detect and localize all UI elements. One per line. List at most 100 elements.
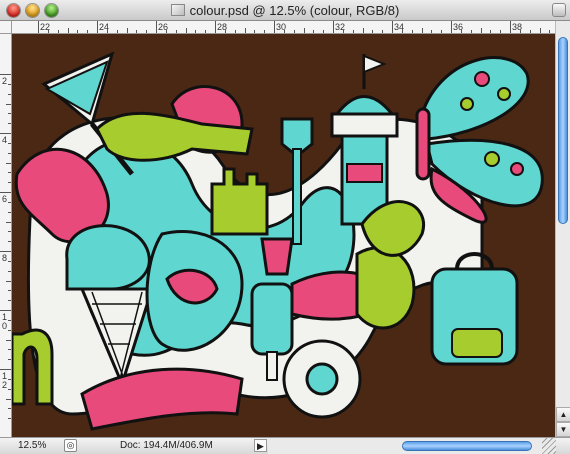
scroll-up-button[interactable]: ▲: [556, 407, 570, 422]
ruler-minor-tick: [8, 182, 11, 184]
ruler-minor-tick: [8, 172, 11, 174]
ruler-major-tick: [392, 21, 393, 33]
document-proxy-icon[interactable]: [170, 4, 185, 16]
daisy-flower-shape: [282, 339, 362, 419]
ruler-minor-tick: [67, 28, 69, 33]
ruler-major-tick: [38, 21, 39, 33]
ruler-minor-tick: [8, 83, 11, 85]
ruler-minor-tick: [6, 339, 11, 341]
ruler-minor-tick: [460, 30, 462, 33]
ruler-minor-tick: [8, 123, 11, 125]
wing-spot-shape: [484, 151, 500, 167]
ruler-minor-tick: [293, 30, 295, 33]
window-title-bar[interactable]: colour.psd @ 12.5% (colour, RGB/8): [0, 0, 570, 21]
window-title: colour.psd @ 12.5% (colour, RGB/8): [0, 3, 570, 18]
status-bar: 12.5% ◎ Doc: 194.4M/406.9M ▶: [0, 437, 570, 454]
bucket-shape: [260, 237, 294, 276]
ruler-minor-tick: [431, 30, 433, 33]
resize-grip-icon[interactable]: [542, 438, 556, 454]
ruler-minor-tick: [254, 30, 256, 33]
daisy-center-shape: [305, 362, 339, 396]
ruler-minor-tick: [205, 30, 207, 33]
ruler-label: 2: [2, 76, 8, 86]
ruler-minor-tick: [441, 30, 443, 33]
ruler-minor-tick: [323, 30, 325, 33]
shovel-head-shape: [280, 117, 314, 154]
ruler-minor-tick: [146, 30, 148, 33]
lighthouse-gallery-shape: [330, 112, 399, 138]
ruler-major-tick: [0, 251, 11, 252]
ruler-minor-tick: [362, 28, 364, 33]
ruler-major-tick: [156, 21, 157, 33]
ruler-minor-tick: [264, 30, 266, 33]
ruler-label: 1 2: [2, 371, 8, 390]
ruler-minor-tick: [303, 28, 305, 33]
ruler-major-tick: [0, 74, 11, 75]
ruler-minor-tick: [8, 329, 11, 331]
zoom-level-field[interactable]: 12.5%: [4, 440, 56, 452]
ruler-minor-tick: [8, 319, 11, 321]
ruler-minor-tick: [8, 300, 11, 302]
ruler-minor-tick: [47, 30, 49, 33]
ice-cream-scoop-shape: [65, 224, 151, 291]
horizontal-ruler[interactable]: 22 24 26 28 30 32 34 36 38: [12, 21, 555, 34]
ruler-minor-tick: [8, 378, 11, 380]
ruler-label: 4: [2, 135, 8, 145]
status-info-menu-arrow[interactable]: ▶: [254, 439, 267, 452]
ruler-major-tick: [333, 21, 334, 33]
ruler-minor-tick: [106, 30, 108, 33]
ruler-minor-tick: [8, 152, 11, 154]
ruler-minor-tick: [195, 30, 197, 33]
ruler-major-tick: [451, 21, 452, 33]
navigator-icon[interactable]: ◎: [64, 439, 77, 452]
ruler-minor-tick: [244, 28, 246, 33]
ruler-minor-tick: [234, 30, 236, 33]
toolbar-toggle-button[interactable]: [552, 3, 566, 17]
horizontal-scrollbar[interactable]: [268, 438, 556, 454]
ruler-minor-tick: [6, 398, 11, 400]
ruler-minor-tick: [382, 30, 384, 33]
ruler-origin[interactable]: [0, 21, 12, 34]
ruler-minor-tick: [342, 30, 344, 33]
ruler-minor-tick: [87, 30, 89, 33]
ruler-minor-tick: [126, 28, 128, 33]
ruler-minor-tick: [8, 113, 11, 115]
ruler-minor-tick: [8, 408, 11, 410]
vertical-scrollbar[interactable]: ▲ ▼: [555, 21, 570, 437]
ruler-minor-tick: [8, 241, 11, 243]
wing-spot-shape: [460, 97, 474, 111]
horizontal-scroll-thumb[interactable]: [402, 441, 532, 451]
ruler-minor-tick: [8, 201, 11, 203]
ruler-label: 1 0: [2, 312, 8, 331]
scroll-down-button[interactable]: ▼: [556, 422, 570, 437]
document-canvas[interactable]: [12, 34, 555, 437]
ruler-minor-tick: [539, 28, 541, 33]
ruler-minor-tick: [8, 270, 11, 272]
vertical-scroll-thumb[interactable]: [558, 37, 568, 224]
ruler-minor-tick: [8, 359, 11, 361]
ruler-minor-tick: [480, 28, 482, 33]
ruler-minor-tick: [549, 30, 551, 33]
ruler-minor-tick: [77, 30, 79, 33]
artwork-illustration: [12, 34, 555, 437]
ruler-minor-tick: [136, 30, 138, 33]
lighthouse-band-shape: [346, 163, 383, 183]
popsicle-shape: [250, 282, 294, 356]
ruler-minor-tick: [6, 280, 11, 282]
ruler-major-tick: [0, 369, 11, 370]
popsicle-stick-shape: [266, 351, 278, 381]
butterfly-body-shape: [415, 107, 431, 181]
ruler-minor-tick: [500, 30, 502, 33]
ruler-major-tick: [274, 21, 275, 33]
ruler-minor-tick: [8, 388, 11, 390]
ruler-minor-tick: [8, 93, 11, 95]
ruler-minor-tick: [6, 221, 11, 223]
ruler-minor-tick: [490, 30, 492, 33]
ruler-minor-tick: [175, 30, 177, 33]
ruler-label: 8: [2, 253, 8, 263]
ruler-minor-tick: [8, 349, 11, 351]
ruler-minor-tick: [8, 260, 11, 262]
green-face-shape: [355, 246, 416, 330]
vertical-ruler[interactable]: 2 4 6 8 1 0 1 2: [0, 34, 12, 437]
ruler-label: 6: [2, 194, 8, 204]
